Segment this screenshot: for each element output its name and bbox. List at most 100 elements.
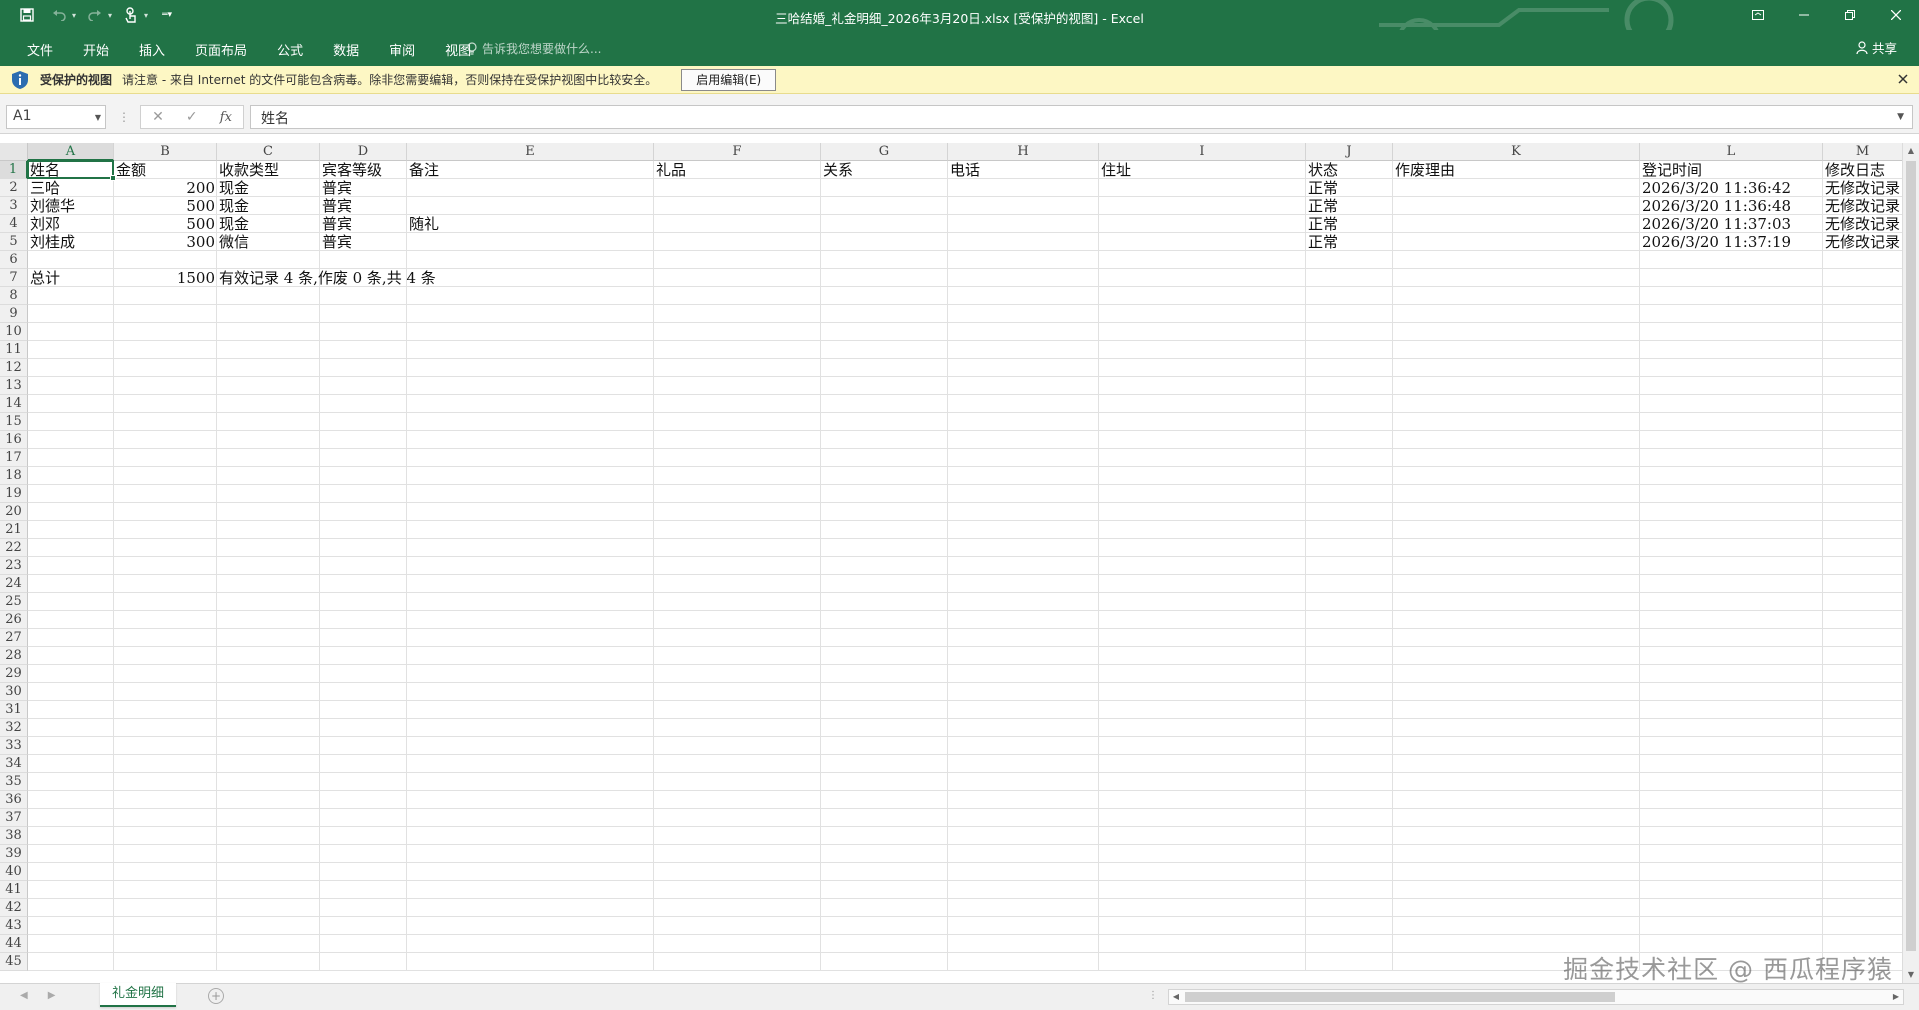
- column-header-k[interactable]: K: [1393, 143, 1640, 161]
- insert-function-icon[interactable]: fx: [220, 110, 232, 125]
- tab-insert[interactable]: 插入: [124, 36, 180, 63]
- row-header-37[interactable]: 37: [0, 809, 28, 827]
- add-sheet-button[interactable]: +: [208, 988, 224, 1004]
- cell-m4[interactable]: 无修改记录: [1823, 215, 1902, 233]
- cell-a7[interactable]: 总计: [28, 269, 114, 287]
- column-header-d[interactable]: D: [320, 143, 407, 161]
- confirm-entry-icon[interactable]: ✓: [186, 109, 198, 125]
- column-header-l[interactable]: L: [1640, 143, 1823, 161]
- cell-e1[interactable]: 备注: [407, 161, 654, 179]
- cell-a4[interactable]: 刘邓: [28, 215, 114, 233]
- cell-m1[interactable]: 修改日志: [1823, 161, 1902, 179]
- cell-d5[interactable]: 普宾: [320, 233, 407, 251]
- row-header-34[interactable]: 34: [0, 755, 28, 773]
- cell-e4[interactable]: 随礼: [407, 215, 654, 233]
- tell-me-search[interactable]: 告诉我您想要做什么...: [467, 40, 601, 57]
- row-header-13[interactable]: 13: [0, 377, 28, 395]
- column-header-m[interactable]: M: [1823, 143, 1902, 161]
- tab-home[interactable]: 开始: [68, 36, 124, 63]
- column-header-b[interactable]: B: [114, 143, 217, 161]
- horizontal-scrollbar[interactable]: ◀ ▶: [1168, 989, 1904, 1005]
- cell-c2[interactable]: 现金: [217, 179, 320, 197]
- cell-l5[interactable]: 2026/3/20 11:37:19: [1640, 233, 1823, 251]
- row-header-16[interactable]: 16: [0, 431, 28, 449]
- cancel-entry-icon[interactable]: ✕: [152, 109, 164, 125]
- cell-a2[interactable]: 三哈: [28, 179, 114, 197]
- cell-c5[interactable]: 微信: [217, 233, 320, 251]
- cell-b1[interactable]: 金额: [114, 161, 217, 179]
- horizontal-scroll-thumb[interactable]: [1185, 992, 1615, 1002]
- cell-h1[interactable]: 电话: [948, 161, 1099, 179]
- previous-sheet-icon[interactable]: ◀: [20, 990, 28, 1001]
- scroll-right-icon[interactable]: ▶: [1889, 990, 1903, 1004]
- formula-bar-splitter[interactable]: ⋮: [118, 110, 130, 124]
- chevron-down-icon[interactable]: ▼: [95, 113, 101, 122]
- redo-button[interactable]: [82, 4, 108, 26]
- row-header-11[interactable]: 11: [0, 341, 28, 359]
- row-header-24[interactable]: 24: [0, 575, 28, 593]
- cell-c4[interactable]: 现金: [217, 215, 320, 233]
- cell-d1[interactable]: 宾客等级: [320, 161, 407, 179]
- row-header-5[interactable]: 5: [0, 233, 28, 251]
- row-header-25[interactable]: 25: [0, 593, 28, 611]
- cell-m5[interactable]: 无修改记录: [1823, 233, 1902, 251]
- cell-j5[interactable]: 正常: [1306, 233, 1393, 251]
- row-header-44[interactable]: 44: [0, 935, 28, 953]
- row-header-18[interactable]: 18: [0, 467, 28, 485]
- row-header-21[interactable]: 21: [0, 521, 28, 539]
- cell-d2[interactable]: 普宾: [320, 179, 407, 197]
- cell-c1[interactable]: 收款类型: [217, 161, 320, 179]
- cell-f1[interactable]: 礼品: [654, 161, 821, 179]
- row-header-42[interactable]: 42: [0, 899, 28, 917]
- share-button[interactable]: 共享: [1856, 38, 1897, 57]
- cell-j3[interactable]: 正常: [1306, 197, 1393, 215]
- close-protected-bar-button[interactable]: [1895, 71, 1911, 87]
- cell-b7[interactable]: 1500: [114, 269, 217, 287]
- row-header-35[interactable]: 35: [0, 773, 28, 791]
- row-header-22[interactable]: 22: [0, 539, 28, 557]
- cell-b3[interactable]: 500: [114, 197, 217, 215]
- row-header-17[interactable]: 17: [0, 449, 28, 467]
- save-button[interactable]: [14, 4, 40, 26]
- cell-m2[interactable]: 无修改记录: [1823, 179, 1902, 197]
- row-header-23[interactable]: 23: [0, 557, 28, 575]
- row-header-1[interactable]: 1: [0, 161, 28, 179]
- fill-handle[interactable]: [110, 175, 116, 181]
- row-header-30[interactable]: 30: [0, 683, 28, 701]
- column-header-h[interactable]: H: [948, 143, 1099, 161]
- cell-d4[interactable]: 普宾: [320, 215, 407, 233]
- row-header-7[interactable]: 7: [0, 269, 28, 287]
- vertical-scrollbar[interactable]: ▲ ▼: [1902, 143, 1919, 983]
- enable-editing-button[interactable]: 启用编辑(E): [681, 68, 777, 91]
- row-header-33[interactable]: 33: [0, 737, 28, 755]
- cell-b5[interactable]: 300: [114, 233, 217, 251]
- row-header-15[interactable]: 15: [0, 413, 28, 431]
- row-header-40[interactable]: 40: [0, 863, 28, 881]
- row-header-41[interactable]: 41: [0, 881, 28, 899]
- row-header-10[interactable]: 10: [0, 323, 28, 341]
- cell-i1[interactable]: 住址: [1099, 161, 1306, 179]
- row-header-4[interactable]: 4: [0, 215, 28, 233]
- cell-k1[interactable]: 作废理由: [1393, 161, 1640, 179]
- row-header-27[interactable]: 27: [0, 629, 28, 647]
- next-sheet-icon[interactable]: ▶: [48, 990, 56, 1001]
- row-header-31[interactable]: 31: [0, 701, 28, 719]
- cell-j4[interactable]: 正常: [1306, 215, 1393, 233]
- row-header-14[interactable]: 14: [0, 395, 28, 413]
- cell-j2[interactable]: 正常: [1306, 179, 1393, 197]
- vertical-scroll-thumb[interactable]: [1906, 161, 1916, 951]
- column-header-g[interactable]: G: [821, 143, 948, 161]
- tab-split-handle[interactable]: ⋮: [1148, 990, 1158, 1001]
- column-header-e[interactable]: E: [407, 143, 654, 161]
- cell-a5[interactable]: 刘桂成: [28, 233, 114, 251]
- tab-file[interactable]: 文件: [12, 36, 68, 63]
- tab-page-layout[interactable]: 页面布局: [180, 36, 262, 63]
- cell-l1[interactable]: 登记时间: [1640, 161, 1823, 179]
- expand-formula-bar-icon[interactable]: ▼: [1897, 112, 1904, 122]
- row-header-38[interactable]: 38: [0, 827, 28, 845]
- scroll-up-icon[interactable]: ▲: [1903, 143, 1919, 159]
- select-all-corner[interactable]: [0, 143, 28, 161]
- minimize-button[interactable]: [1781, 0, 1827, 30]
- tab-review[interactable]: 审阅: [374, 36, 430, 63]
- cell-c7[interactable]: 有效记录 4 条,作废 0 条,共 4 条: [217, 269, 436, 287]
